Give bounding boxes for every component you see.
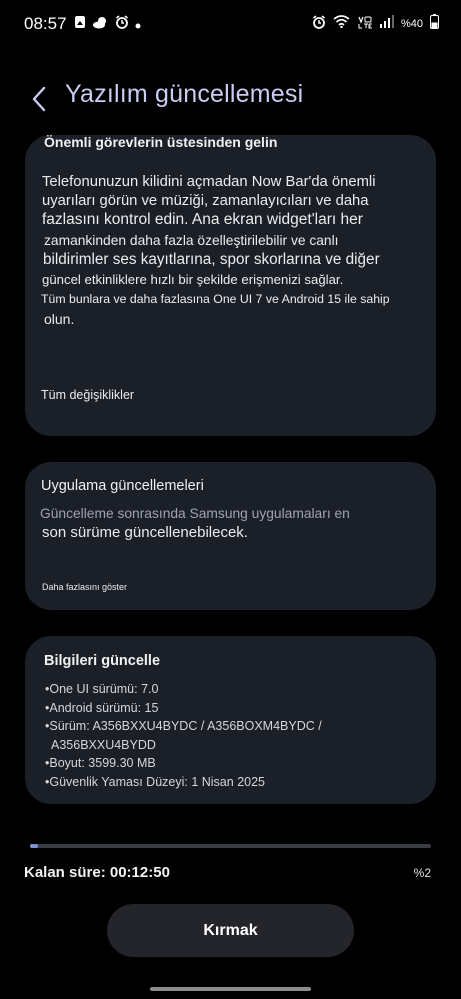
status-right-icons: %40	[312, 14, 439, 34]
progress-fill	[30, 844, 39, 848]
description-line: Tüm bunlara ve daha fazlasına One UI 7 v…	[41, 292, 390, 306]
description-line: fazlasını kontrol edin. Ana ekran widget…	[42, 211, 363, 228]
screenshot-icon	[74, 15, 86, 34]
show-more-link[interactable]: Daha fazlasını göster	[42, 582, 127, 592]
description-line: bildirimler ses kayıtlarına, spor skorla…	[43, 251, 380, 268]
description-line: güncel etkinliklere hızlı bir şekilde er…	[42, 272, 344, 287]
volte-icon	[357, 15, 373, 34]
chevron-left-icon	[32, 86, 46, 112]
dot-icon	[135, 16, 141, 34]
description-line: uyarıları görün ve müziği, zamanlayıcıla…	[42, 193, 369, 209]
header: Yazılım güncellemesi	[0, 78, 461, 118]
info-item: •Sürüm: A356BXXU4BYDC / A356BOXM4BYDC /	[45, 719, 322, 733]
card-important-tasks: Önemli görevlerin üstesinden gelin Telef…	[25, 134, 436, 436]
home-indicator[interactable]	[150, 987, 311, 991]
description-line: olun.	[44, 311, 75, 327]
info-item: •Güvenlik Yaması Düzeyi: 1 Nisan 2025	[45, 774, 265, 789]
description-line: zamankinden daha fazla özelleştirilebili…	[44, 233, 339, 248]
description-line: Telefonunuzun kilidini açmadan Now Bar'd…	[42, 174, 376, 190]
card-title: Uygulama güncellemeleri	[41, 478, 204, 494]
card-title: Önemli görevlerin üstesinden gelin	[44, 134, 278, 150]
alarm-icon	[115, 15, 129, 34]
status-time: 08:57	[24, 14, 67, 33]
card-title: Bilgileri güncelle	[44, 653, 161, 669]
page-title: Yazılım güncellemesi	[65, 80, 304, 108]
info-item: A356BXXU4BYDD	[51, 737, 156, 752]
progress-bar	[30, 844, 431, 848]
wifi-icon	[333, 15, 350, 33]
description-line: Güncelleme sonrasında Samsung uygulamala…	[40, 506, 350, 521]
all-changes-link[interactable]: Tüm değişiklikler	[41, 388, 134, 402]
status-bar: 08:57 %40	[0, 0, 461, 48]
remaining-time: Kalan süre: 00:12:50	[24, 864, 170, 881]
back-button[interactable]	[26, 82, 52, 116]
status-left-icons	[74, 15, 141, 34]
card-update-info: Bilgileri güncelle •One UI sürümü: 7.0 •…	[25, 636, 436, 804]
pause-button[interactable]: Kırmak	[107, 904, 354, 957]
info-item: •One UI sürümü: 7.0	[45, 682, 159, 696]
progress-percent: %2	[413, 866, 431, 880]
alarm-icon	[312, 14, 326, 34]
battery-percent: %40	[400, 18, 423, 30]
card-app-updates: Uygulama güncellemeleri Güncelleme sonra…	[25, 462, 436, 610]
battery-icon	[430, 14, 439, 34]
signal-icon	[379, 15, 394, 33]
weather-icon	[92, 16, 109, 34]
info-item: •Boyut: 3599.30 MB	[45, 756, 156, 770]
info-item: •Android sürümü: 15	[45, 700, 159, 715]
description-line: son sürüme güncellenebilecek.	[42, 524, 248, 541]
info-list: •One UI sürümü: 7.0 •Android sürümü: 15 …	[45, 680, 322, 791]
